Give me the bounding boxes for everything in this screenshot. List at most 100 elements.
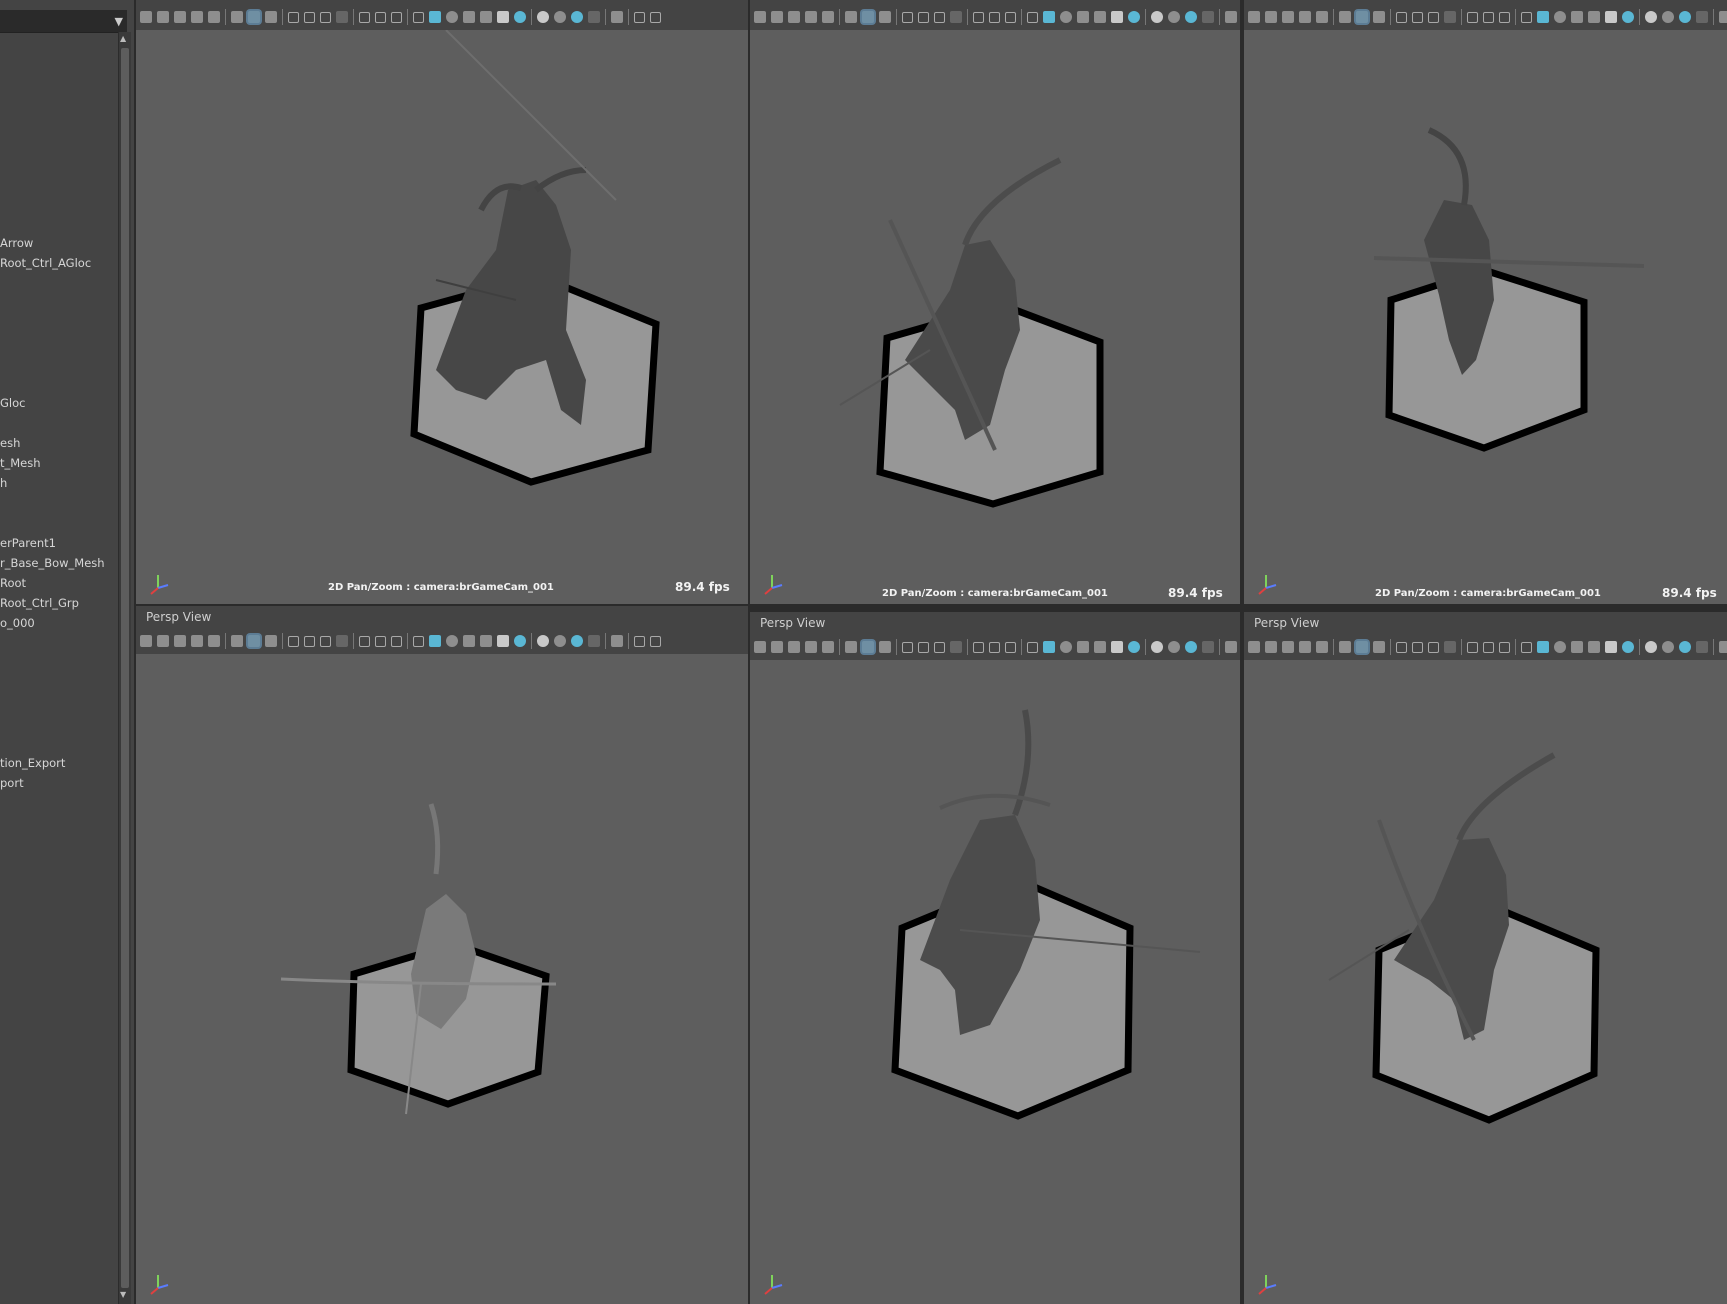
layout-icon[interactable] — [634, 11, 645, 23]
checker-icon[interactable] — [1094, 641, 1106, 653]
xray-icon[interactable] — [1225, 11, 1237, 23]
isolate-icon[interactable] — [1679, 11, 1691, 23]
wireframe-icon[interactable] — [973, 641, 984, 653]
sphere-icon[interactable] — [1645, 11, 1657, 23]
cube-icon[interactable] — [1521, 641, 1532, 653]
half-shade-icon[interactable] — [1060, 641, 1072, 653]
light-icon[interactable] — [1605, 641, 1617, 653]
shadow-icon[interactable] — [1622, 11, 1634, 23]
sphere-icon[interactable] — [537, 11, 549, 23]
isolate-icon[interactable] — [1185, 641, 1197, 653]
film-icon[interactable] — [771, 641, 783, 653]
camera-icon[interactable] — [788, 641, 800, 653]
texture-icon[interactable] — [1005, 641, 1016, 653]
safe-frame-icon[interactable] — [320, 11, 331, 23]
pencil-icon[interactable] — [879, 641, 891, 653]
texture-icon[interactable] — [463, 635, 475, 647]
camera-icon[interactable] — [754, 641, 766, 653]
smooth-shade-icon[interactable] — [1483, 11, 1494, 23]
light-icon[interactable] — [1605, 11, 1617, 23]
wireframe-icon[interactable] — [359, 11, 370, 23]
viewport-3d[interactable] — [136, 654, 748, 1304]
layout-icon[interactable] — [650, 635, 661, 647]
xray-icon[interactable] — [1225, 641, 1237, 653]
isolate-icon[interactable] — [571, 11, 583, 23]
resolution-gate-icon[interactable] — [1412, 641, 1423, 653]
scroll-down-icon[interactable]: ▼ — [120, 1290, 126, 1299]
half-shade-icon[interactable] — [1554, 11, 1566, 23]
checker-icon[interactable] — [1588, 641, 1600, 653]
ao-icon[interactable] — [1662, 641, 1674, 653]
texture-icon[interactable] — [1077, 641, 1089, 653]
grid-icon[interactable] — [1396, 11, 1407, 23]
grid-icon[interactable] — [902, 641, 913, 653]
xray-icon[interactable] — [1719, 11, 1727, 23]
cube-shaded-icon[interactable] — [1537, 641, 1549, 653]
outliner-item[interactable]: Gloc — [0, 396, 25, 410]
ao-icon[interactable] — [1168, 11, 1180, 23]
ao-icon[interactable] — [554, 635, 566, 647]
shadow-icon[interactable] — [514, 11, 526, 23]
outliner-item[interactable]: Arrow — [0, 236, 33, 250]
pencil-icon[interactable] — [265, 635, 277, 647]
select-camera-icon[interactable] — [1356, 641, 1368, 653]
xray-icon[interactable] — [611, 11, 623, 23]
camera-icon[interactable] — [191, 11, 203, 23]
outliner-item[interactable]: Root_Ctrl_AGloc — [0, 256, 91, 270]
toolbar-button-icon[interactable] — [1696, 11, 1708, 23]
pencil-icon[interactable] — [231, 11, 243, 23]
bookmark-icon[interactable] — [208, 635, 220, 647]
film-icon[interactable] — [771, 11, 783, 23]
scrollbar-thumb[interactable] — [121, 48, 129, 1288]
camera-icon[interactable] — [140, 635, 152, 647]
pencil-icon[interactable] — [231, 635, 243, 647]
camera-icon[interactable] — [174, 635, 186, 647]
ao-icon[interactable] — [554, 11, 566, 23]
bookmark-icon[interactable] — [1316, 11, 1328, 23]
xray-icon[interactable] — [611, 635, 623, 647]
isolate-icon[interactable] — [1679, 641, 1691, 653]
outliner-item[interactable]: o_000 — [0, 616, 35, 630]
smooth-shade-icon[interactable] — [989, 11, 1000, 23]
camera-icon[interactable] — [1248, 641, 1260, 653]
camera-icon[interactable] — [1299, 11, 1311, 23]
sphere-icon[interactable] — [537, 635, 549, 647]
bookmark-icon[interactable] — [822, 11, 834, 23]
outliner-item[interactable]: tion_Export — [0, 756, 65, 770]
safe-frame-icon[interactable] — [1428, 11, 1439, 23]
cube-shaded-icon[interactable] — [429, 11, 441, 23]
film-icon[interactable] — [157, 635, 169, 647]
half-shade-icon[interactable] — [1060, 11, 1072, 23]
pencil-icon[interactable] — [1373, 641, 1385, 653]
select-camera-icon[interactable] — [248, 11, 260, 23]
wireframe-icon[interactable] — [973, 11, 984, 23]
texture-icon[interactable] — [1571, 641, 1583, 653]
smooth-shade-icon[interactable] — [375, 635, 386, 647]
toolbar-button-icon[interactable] — [588, 635, 600, 647]
camera-icon[interactable] — [805, 641, 817, 653]
toolbar-button-icon[interactable] — [588, 11, 600, 23]
toolbar-button-icon[interactable] — [950, 11, 962, 23]
pencil-icon[interactable] — [845, 11, 857, 23]
resolution-gate-icon[interactable] — [918, 11, 929, 23]
toolbar-button-icon[interactable] — [1444, 641, 1456, 653]
resolution-gate-icon[interactable] — [304, 635, 315, 647]
outliner-item[interactable]: Root_Ctrl_Grp — [0, 596, 79, 610]
pencil-icon[interactable] — [879, 11, 891, 23]
grid-icon[interactable] — [1396, 641, 1407, 653]
cube-icon[interactable] — [413, 635, 424, 647]
camera-icon[interactable] — [788, 11, 800, 23]
texture-icon[interactable] — [1571, 11, 1583, 23]
pencil-icon[interactable] — [1373, 11, 1385, 23]
texture-icon[interactable] — [1005, 11, 1016, 23]
wireframe-icon[interactable] — [1467, 11, 1478, 23]
camera-icon[interactable] — [191, 635, 203, 647]
isolate-icon[interactable] — [571, 635, 583, 647]
film-icon[interactable] — [1265, 641, 1277, 653]
outliner-item[interactable]: port — [0, 776, 24, 790]
pencil-icon[interactable] — [845, 641, 857, 653]
checker-icon[interactable] — [480, 11, 492, 23]
light-icon[interactable] — [1111, 11, 1123, 23]
outliner-item[interactable]: r_Base_Bow_Mesh — [0, 556, 105, 570]
xray-icon[interactable] — [1719, 641, 1727, 653]
